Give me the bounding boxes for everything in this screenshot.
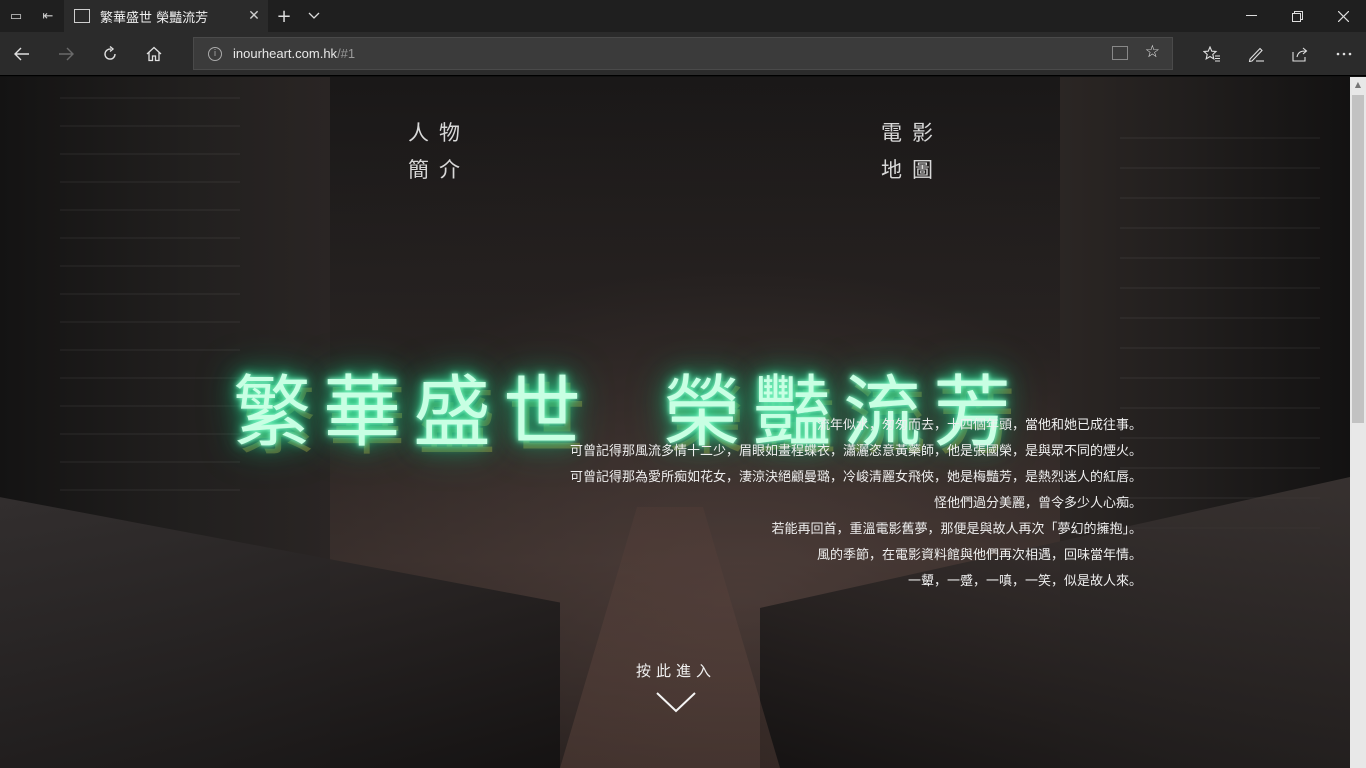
intro-line: 流年似水，匆匆而去，十四個年頭，當他和她已成往事。 [816,418,1142,433]
intro-line: 可曾記得那風流多情十二少，眉眼如畫程蝶衣，瀟灑恣意黃藥師，他是張國榮，是與眾不同… [569,444,1142,459]
url-text[interactable]: inourheart.com.hk/#1 [233,46,355,61]
set-aside-tabs-icon[interactable]: ⇤ [32,0,64,32]
intro-line: 可曾記得那為愛所痴如花女，淒涼決絕顧曼璐，冷峻清麗女飛俠，她是梅豔芳，是熱烈迷人… [569,470,1142,485]
chevron-down-icon[interactable] [300,0,328,32]
nav-link-film-map[interactable]: 電影 地圖 [881,115,943,189]
minimize-icon[interactable] [1228,0,1274,32]
intro-line: 一顰，一蹙，一嗔，一笑，似是故人來。 [907,574,1142,589]
tab-preview-icon[interactable]: ▭ [0,0,32,32]
share-icon[interactable] [1284,38,1316,70]
nav-link-profiles[interactable]: 人物 簡介 [408,115,470,189]
close-tab-icon[interactable]: ✕ [240,8,268,24]
refresh-icon[interactable] [94,38,126,70]
forward-button[interactable] [50,38,82,70]
background-building-left-inner [60,97,240,517]
close-window-icon[interactable] [1320,0,1366,32]
reading-view-icon[interactable] [1112,46,1128,60]
scrollbar-thumb[interactable] [1352,95,1364,423]
intro-line: 風的季節，在電影資料館與他們再次相遇，回味當年情。 [816,548,1142,563]
restore-icon[interactable] [1274,0,1320,32]
scroll-up-icon[interactable]: ▲ [1350,77,1366,93]
window-controls [1228,0,1366,32]
pen-icon[interactable] [1240,38,1272,70]
enter-button[interactable]: 按此進入 [632,660,720,713]
enter-label: 按此進入 [635,662,716,680]
favorites-icon[interactable] [1196,38,1228,70]
intro-text: 流年似水，匆匆而去，十四個年頭，當他和她已成往事。 可曾記得那風流多情十二少，眉… [570,413,1142,595]
intro-line: 若能再回首，重溫電影舊夢，那便是與故人再次「夢幻的擁抱」。 [771,522,1142,537]
back-button[interactable] [6,38,38,70]
star-icon[interactable]: ☆ [1145,42,1160,62]
more-icon[interactable] [1328,38,1360,70]
active-tab[interactable]: 繁華盛世 榮豔流芳 ✕ [64,0,268,32]
site-info-icon[interactable]: i [208,46,222,61]
chevron-down-icon[interactable] [655,691,697,713]
tab-bar: ▭ ⇤ 繁華盛世 榮豔流芳 ✕ + [0,0,1366,32]
neon-title-part1: 繁華盛世 [233,368,594,458]
intro-line: 怪他們過分美麗，曾令多少人心痴。 [933,496,1142,511]
tab-title: 繁華盛世 榮豔流芳 [100,10,209,26]
page-icon [74,9,90,23]
navigation-bar: i inourheart.com.hk/#1 ☆ [0,32,1366,76]
address-bar[interactable]: i inourheart.com.hk/#1 ☆ [193,37,1173,70]
new-tab-button[interactable]: + [270,0,298,32]
page-viewport: 人物 簡介 電影 地圖 繁華盛世 榮豔流芳 流年似水，匆匆而去，十四個年頭，當他和… [0,77,1350,768]
page-scrollbar[interactable]: ▲ [1350,77,1366,768]
home-icon[interactable] [138,38,170,70]
